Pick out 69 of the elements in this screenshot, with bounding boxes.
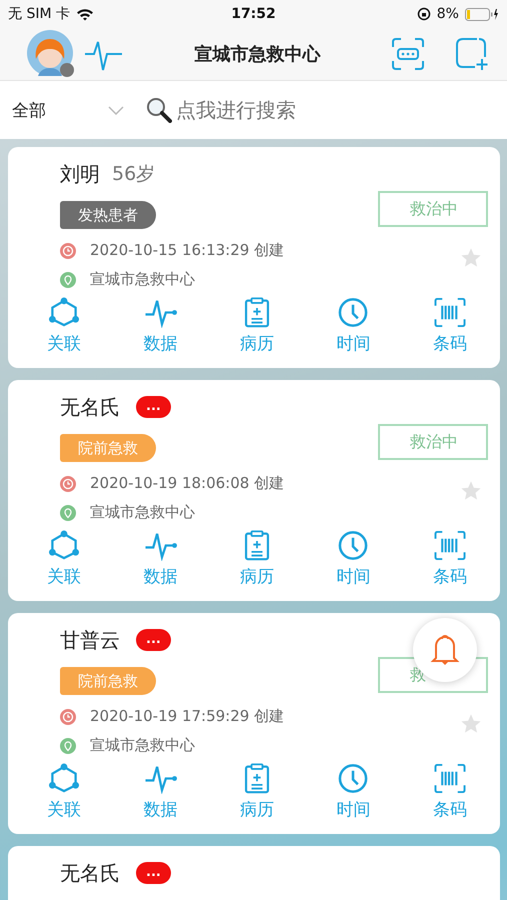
location-pin-icon [60, 738, 76, 754]
clock-time: 17:52 [231, 6, 276, 22]
battery-percent: 8% [436, 6, 459, 22]
search-field[interactable]: 点我进行搜索 [174, 97, 438, 123]
action-button[interactable]: 条码 [402, 297, 498, 355]
action-button[interactable]: 病历 [208, 530, 306, 588]
clock-icon [60, 708, 76, 724]
alert-badge: ... [136, 629, 171, 651]
carrier-text: 无 SIM 卡 [8, 5, 70, 23]
rotation-lock-icon [416, 7, 431, 21]
action-button[interactable]: 时间 [305, 297, 402, 355]
action-button[interactable]: 条码 [402, 530, 498, 588]
patient-age: 56岁 [112, 162, 156, 187]
location-text: 宣城市急救中心 [90, 503, 195, 522]
patient-name: 甘普云 [60, 626, 120, 654]
patient-name: 无名氏 [60, 394, 120, 420]
star-icon[interactable] [460, 713, 482, 735]
created-time: 2020-10-19 17:59:29 创建 [90, 707, 284, 726]
header-title: 宣城市急救中心 [194, 43, 320, 66]
action-button[interactable]: 数据 [112, 763, 209, 821]
alert-badge: ... [136, 396, 171, 418]
category-tag: 发热患者 [60, 201, 156, 229]
patient-name: 无名氏 [60, 860, 120, 886]
alert-badge: ... [136, 862, 171, 884]
barcode-icon [432, 530, 467, 561]
location-pin-icon [60, 272, 76, 288]
category-dropdown[interactable]: 全部 [12, 98, 124, 122]
action-button[interactable]: 时间 [305, 763, 402, 821]
barcode-icon [432, 297, 467, 328]
action-button[interactable]: 关联 [16, 763, 112, 821]
location-text: 宣城市急救中心 [90, 270, 195, 289]
avatar[interactable] [26, 29, 76, 79]
add-icon[interactable] [455, 37, 489, 71]
clock-icon [60, 242, 76, 258]
action-button[interactable]: 数据 [112, 297, 209, 355]
patient-card[interactable]: 无名氏 ... 院前急救 2020-10-19 18:06:08 创建 宣城市急救中心 救治中 关联 数据 病历 时间 条码 [8, 380, 500, 601]
clock-icon [60, 476, 76, 492]
status-button[interactable]: 救治中 [378, 191, 488, 227]
action-button[interactable]: 时间 [305, 530, 402, 588]
action-button[interactable]: 条码 [402, 763, 498, 821]
action-button[interactable]: 病历 [208, 763, 306, 821]
action-button[interactable]: 关联 [16, 297, 112, 355]
created-time: 2020-10-15 16:13:29 创建 [90, 241, 284, 260]
star-icon[interactable] [460, 480, 482, 502]
action-button[interactable]: 数据 [112, 530, 209, 588]
network-icon [47, 530, 82, 561]
action-button[interactable]: 关联 [16, 530, 112, 588]
category-tag: 院前急救 [60, 434, 156, 462]
action-button[interactable]: 病历 [208, 297, 306, 355]
patient-card[interactable]: 无名氏 ... [8, 846, 500, 900]
patient-name: 刘明 [60, 160, 100, 188]
clock-icon [337, 530, 370, 561]
wifi-icon [76, 8, 94, 20]
battery-icon [464, 8, 499, 20]
scan-icon[interactable] [391, 37, 425, 71]
barcode-icon [432, 763, 467, 794]
network-icon [47, 763, 82, 794]
network-icon [47, 297, 82, 328]
search-icon [146, 97, 172, 123]
location-pin-icon [60, 504, 76, 520]
chevron-down-icon [108, 106, 124, 114]
category-tag: 院前急救 [60, 667, 156, 695]
status-button[interactable]: 救治中 [378, 424, 488, 460]
created-time: 2020-10-19 18:06:08 创建 [90, 474, 284, 493]
star-icon[interactable] [460, 247, 482, 269]
clock-icon [337, 763, 370, 794]
patient-card[interactable]: 刘明 56岁 发热患者 2020-10-15 16:13:29 创建 宣城市急救中心 救治中 关联 数据 病历 时间 条码 [8, 147, 500, 368]
location-text: 宣城市急救中心 [90, 736, 195, 755]
clock-icon [337, 297, 370, 328]
